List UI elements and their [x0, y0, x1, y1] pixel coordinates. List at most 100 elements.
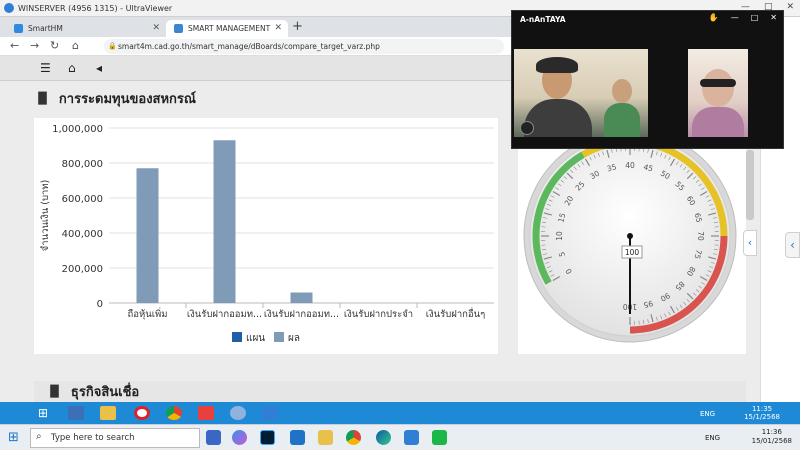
y-tick-label: 800,000 [62, 159, 103, 170]
participant-video-1 [514, 49, 648, 137]
section-title-credit: ▐▌ ธุรกิจสินเชื่อ [34, 381, 746, 402]
y-axis-label: จำนวนเงิน (บาท) [40, 180, 51, 252]
gauge-tick-label: 10 [555, 231, 564, 241]
participant-face [702, 69, 734, 107]
participant-video-2 [688, 49, 748, 137]
call-title: A-nAnTAYA [520, 15, 566, 24]
close-button[interactable]: ✕ [770, 13, 777, 22]
legend-swatch [274, 332, 284, 342]
photoshop-icon[interactable] [260, 430, 275, 445]
gauge-card: 0 5 10 15 20 25 30 35 40 45 50 55 60 65 70 75 80 85 90 95 10… [518, 118, 746, 354]
page-scrollbar[interactable] [746, 150, 754, 220]
side-panel-toggle-icon[interactable]: ‹ [743, 230, 757, 256]
glasses-icon [700, 79, 736, 87]
local-clock[interactable]: 11:36 15/01/2568 [752, 428, 792, 446]
ultraviewer-logo-icon [4, 3, 14, 13]
app-globe-icon[interactable] [230, 406, 246, 420]
participant-hair [536, 57, 578, 73]
file-explorer-icon[interactable] [318, 430, 333, 445]
back-icon[interactable]: ◂ [96, 61, 102, 75]
raise-hand-icon[interactable]: ✋ [709, 13, 719, 22]
opera-icon[interactable] [134, 406, 150, 420]
close-button[interactable]: ✕ [786, 2, 794, 12]
powershell-icon[interactable] [68, 406, 84, 420]
gauge-tick-label: 70 [696, 231, 705, 241]
new-tab-button[interactable]: + [292, 19, 303, 34]
y-tick-label: 200,000 [62, 264, 103, 275]
y-tick-label: 0 [97, 299, 103, 310]
tab-label: SmartHM [28, 24, 63, 33]
x-tick-label: เงินรับฝากออมท... [187, 309, 262, 320]
mail-icon[interactable] [290, 430, 305, 445]
back-arrow-icon[interactable]: ← [10, 39, 19, 52]
tab-smarthm[interactable]: SmartHM ✕ [6, 20, 166, 37]
menu-icon[interactable]: ☰ [40, 61, 51, 75]
task-view-icon[interactable] [206, 430, 221, 445]
participant-body [524, 99, 592, 137]
minimize-button[interactable]: — [731, 13, 739, 22]
line-logo-icon [520, 121, 534, 135]
home-icon[interactable]: ⌂ [68, 61, 76, 75]
y-tick-label: 600,000 [62, 194, 103, 205]
participant-body [604, 103, 640, 137]
x-tick-label: เงินรับฝากอื่นๆ [426, 307, 485, 320]
smarthm-favicon-icon [14, 24, 23, 33]
anydesk-icon[interactable] [198, 406, 214, 420]
maximize-button[interactable]: □ [751, 13, 759, 22]
tab-smart-management[interactable]: SMART MANAGEMENT ✕ [166, 20, 288, 37]
ultraviewer-icon[interactable] [404, 430, 419, 445]
clock-time: 11:35 [751, 405, 773, 413]
bar-chart: 0 200,000 400,000 600,000 800,000 1,000,000 จำ… [40, 124, 494, 344]
language-indicator[interactable]: ENG [700, 410, 715, 418]
edge-icon[interactable] [376, 430, 391, 445]
lock-icon: 🔒 [108, 42, 117, 50]
chrome-icon[interactable] [166, 406, 182, 420]
bar [290, 292, 313, 303]
search-placeholder: Type here to search [51, 433, 135, 443]
x-tick-label: ถือหุ้นเพิ่ม [127, 307, 167, 320]
section-title: ธุรกิจสินเชื่อ [70, 385, 140, 400]
copilot-icon[interactable] [232, 430, 247, 445]
url-text: smart4m.cad.go.th/smart_manage/dBoards/c… [118, 42, 380, 51]
windows-start-icon[interactable]: ⊞ [8, 430, 19, 445]
url-input[interactable]: 🔒 smart4m.cad.go.th/smart_manage/dBoards… [104, 39, 504, 54]
clock-date: 15/01/2568 [751, 437, 792, 445]
address-bar: ← → ↻ ⌂ 🔒 smart4m.cad.go.th/smart_manage… [0, 37, 512, 56]
clock-date: 15/1/2568 [744, 413, 780, 421]
search-input[interactable]: ⌕ Type here to search [30, 428, 200, 448]
x-tick-label: เงินรับฝากออมท... [264, 309, 339, 320]
bar-chart-icon: ▐▌ [46, 385, 63, 398]
chrome-icon[interactable] [346, 430, 361, 445]
gauge-chart: 05101520253035 40 455055606570758085909510… [523, 129, 737, 343]
bar [213, 140, 236, 303]
bar-chart-icon: ▐▌ [34, 91, 51, 105]
reload-icon[interactable]: ↻ [50, 39, 59, 52]
smart-management-favicon-icon [174, 24, 183, 33]
ultraviewer-icon[interactable] [262, 406, 278, 420]
language-indicator[interactable]: ENG [705, 434, 720, 442]
browser-tab-strip: SmartHM ✕ SMART MANAGEMENT ✕ + [0, 17, 512, 37]
y-tick-label: 400,000 [62, 229, 103, 240]
clock-time: 11:36 [761, 428, 782, 436]
tab-close-icon[interactable]: ✕ [152, 23, 160, 33]
video-call-window: A-nAnTAYA ✋ — □ ✕ [511, 10, 784, 149]
local-taskbar: ⊞ ⌕ Type here to search ENG 11:36 15/01/… [0, 424, 800, 450]
uv-panel-toggle-icon[interactable]: ‹ [785, 232, 800, 258]
legend-label: แผน [246, 333, 265, 344]
remote-clock[interactable]: 11:35 15/1/2568 [744, 405, 780, 421]
home-icon[interactable]: ⌂ [72, 39, 79, 52]
participant-body [692, 107, 744, 137]
tab-label: SMART MANAGEMENT [188, 24, 271, 33]
windows-start-icon[interactable]: ⊞ [38, 406, 48, 420]
uv-window-title: WINSERVER (4956 1315) - UltraViewer [18, 3, 173, 13]
tab-close-icon[interactable]: ✕ [274, 23, 282, 33]
forward-arrow-icon[interactable]: → [30, 39, 39, 52]
remote-taskbar: ⊞ ENG 11:35 15/1/2568 [0, 402, 800, 424]
line-icon[interactable] [432, 430, 447, 445]
gauge-needle-hub [627, 233, 633, 239]
search-icon: ⌕ [36, 431, 42, 442]
section-title: การระดมทุนของสหกรณ์ [58, 91, 196, 107]
file-explorer-icon[interactable] [100, 406, 116, 420]
participant-face [612, 79, 632, 103]
bar [136, 168, 159, 303]
